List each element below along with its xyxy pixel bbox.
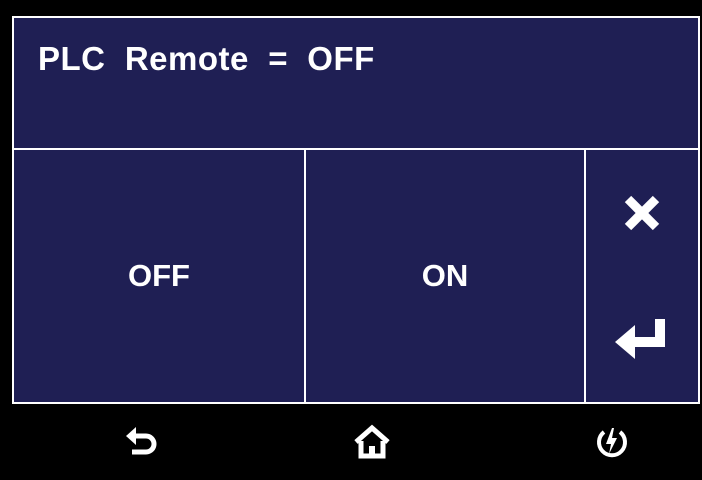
back-button[interactable] <box>82 404 202 480</box>
option-off-button[interactable]: OFF <box>14 150 306 402</box>
home-icon <box>354 424 390 459</box>
setting-title: PLC Remote = OFF <box>38 40 375 77</box>
home-button[interactable] <box>312 404 432 480</box>
title-panel: PLC Remote = OFF <box>12 16 700 148</box>
enter-icon <box>615 319 665 359</box>
power-button[interactable] <box>552 404 672 480</box>
footer-bar <box>12 404 700 480</box>
close-icon <box>624 195 660 231</box>
options-panel: OFF ON <box>12 148 700 404</box>
side-action-column <box>586 150 698 402</box>
power-icon <box>597 428 627 458</box>
enter-button[interactable] <box>586 276 698 402</box>
cancel-button[interactable] <box>586 150 698 276</box>
back-icon <box>126 427 157 455</box>
option-on-button[interactable]: ON <box>306 150 586 402</box>
